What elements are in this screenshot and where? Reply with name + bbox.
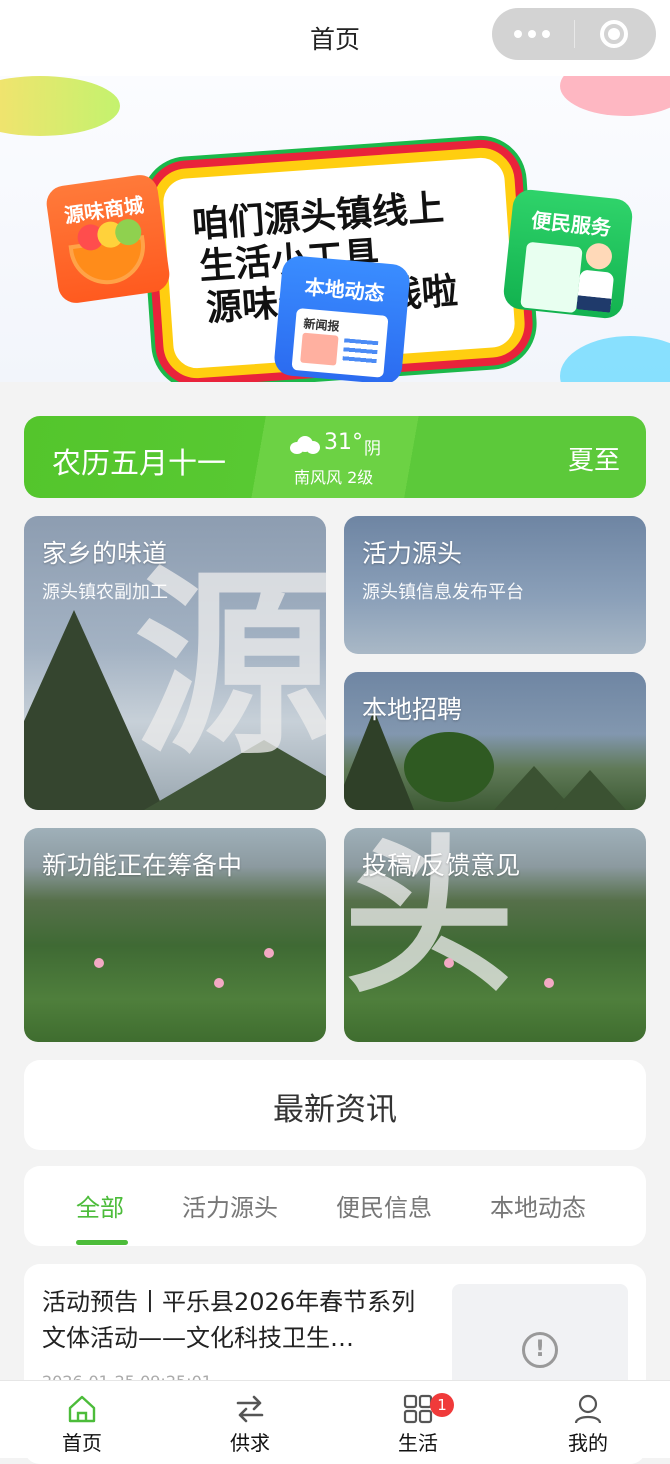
- lotus-flower: [264, 948, 274, 958]
- tile-vitality[interactable]: 活力源头 源头镇信息发布平台: [344, 516, 646, 654]
- decor-blob: [0, 76, 120, 136]
- newspaper-photo: [300, 332, 339, 366]
- local-news-card-label: 本地动态: [303, 274, 386, 306]
- latest-news-header: 最新资讯: [24, 1060, 646, 1150]
- lotus-flower: [544, 978, 554, 988]
- wind-info: 南风风 2级: [294, 468, 374, 487]
- swap-icon: [236, 1395, 264, 1423]
- temperature: 31°: [324, 430, 363, 455]
- tabbar-supply-demand[interactable]: 供求: [190, 1381, 310, 1459]
- person-body: [576, 269, 615, 313]
- image-error-icon: !: [522, 1332, 558, 1368]
- weather-card[interactable]: 农历五月十一 31° 阴 南风风 2级 夏至: [24, 416, 646, 498]
- tile-feedback[interactable]: 头 投稿/反馈意见: [344, 828, 646, 1042]
- service-card-label: 便民服务: [530, 208, 613, 241]
- grid-icon: [403, 1394, 433, 1424]
- lunar-date: 农历五月十一: [52, 446, 227, 480]
- capsule-divider: [574, 20, 575, 48]
- tile-local-jobs[interactable]: 本地招聘: [344, 672, 646, 810]
- tabbar-label: 生活: [398, 1431, 438, 1455]
- tab-convenience-info[interactable]: 便民信息: [336, 1188, 432, 1223]
- lotus-flower: [214, 978, 224, 988]
- decor-blob: [560, 336, 670, 382]
- article-title: 活动预告丨平乐县2026年春节系列文体活动——文化科技卫生…: [42, 1288, 416, 1352]
- tile-title: 家乡的味道: [42, 539, 168, 568]
- promo-banner[interactable]: 咱们源头镇线上 生活小工具 源味生活上线啦 源味商城 本地动态 新闻报 便民服务: [0, 76, 670, 382]
- bottom-tab-bar: 首页 供求 1 生活 我的: [0, 1380, 670, 1458]
- active-tab-indicator: [76, 1240, 128, 1245]
- mall-card: 源味商城: [44, 172, 172, 306]
- newspaper-lines: [342, 338, 379, 368]
- decor-blob: [560, 76, 670, 116]
- tab-local-news[interactable]: 本地动态: [490, 1188, 586, 1223]
- weather-condition: 阴: [364, 439, 381, 459]
- tab-all[interactable]: 全部: [76, 1188, 124, 1223]
- cloud-icon: [290, 434, 320, 454]
- tile-title: 投稿/反馈意见: [362, 851, 521, 880]
- lotus-flower: [94, 958, 104, 968]
- tile-subtitle: 源头镇农副加工: [42, 582, 168, 603]
- home-icon: [68, 1395, 96, 1423]
- close-mini-program-icon[interactable]: [600, 20, 628, 48]
- tabbar-life[interactable]: 1 生活: [358, 1381, 478, 1459]
- user-icon: [574, 1394, 602, 1424]
- more-icon[interactable]: [514, 27, 554, 41]
- tile-hometown-taste[interactable]: 源 家乡的味道 源头镇农副加工: [24, 516, 326, 810]
- tabbar-mine[interactable]: 我的: [528, 1381, 648, 1459]
- fruit-basket-icon: [68, 217, 150, 290]
- tile-subtitle: 源头镇信息发布平台: [362, 582, 524, 603]
- tabbar-label: 供求: [230, 1431, 270, 1455]
- tabbar-label: 我的: [568, 1431, 608, 1455]
- person-head: [584, 241, 614, 271]
- navigation-bar: 首页: [0, 0, 670, 76]
- notification-badge: 1: [430, 1393, 454, 1417]
- newspaper-title: 新闻报: [302, 316, 341, 334]
- service-card: 便民服务: [502, 188, 634, 320]
- mini-program-capsule: [492, 8, 656, 60]
- mountain: [554, 770, 626, 810]
- tab-vitality[interactable]: 活力源头: [182, 1188, 278, 1223]
- news-category-tabs: 全部 活力源头 便民信息 本地动态: [24, 1166, 646, 1246]
- newspaper-icon: 新闻报: [291, 308, 389, 378]
- tile-title: 新功能正在筹备中: [42, 851, 243, 880]
- section-title: 最新资讯: [273, 1092, 397, 1128]
- tabbar-home[interactable]: 首页: [22, 1381, 142, 1459]
- document-icon: [520, 241, 583, 314]
- tile-title: 本地招聘: [362, 695, 463, 724]
- tile-new-feature[interactable]: 新功能正在筹备中: [24, 828, 326, 1042]
- local-news-card: 本地动态 新闻报: [273, 254, 411, 382]
- tree: [404, 732, 494, 802]
- solar-term: 夏至: [567, 446, 620, 476]
- tabbar-label: 首页: [62, 1431, 102, 1455]
- lotus-flower: [444, 958, 454, 968]
- tile-title: 活力源头: [362, 539, 463, 568]
